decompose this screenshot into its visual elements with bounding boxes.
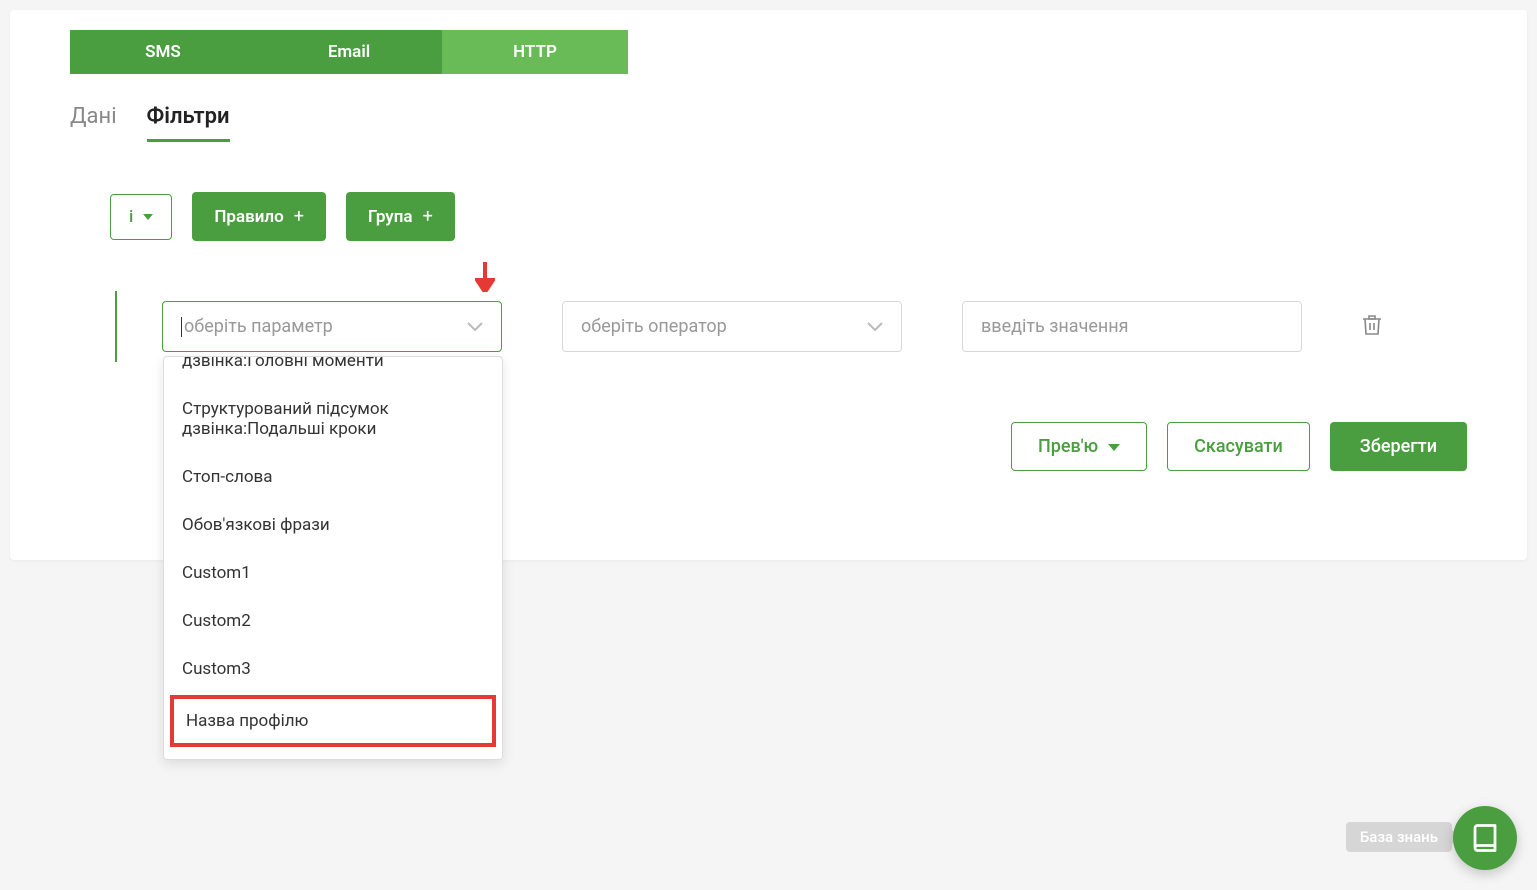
operator-placeholder: оберіть оператор [581,316,727,337]
tab-sms[interactable]: SMS [70,30,256,74]
chevron-down-icon [867,317,883,336]
logic-operator-label: і [129,207,133,227]
filter-builder: і Правило + Група + оберіть параметр [70,192,1467,362]
dropdown-option-profile-name[interactable]: Назва профілю [170,695,496,747]
add-group-button[interactable]: Група + [346,192,455,241]
dropdown-option[interactable]: дзвінка:Головні моменти [164,356,502,385]
dropdown-option[interactable]: Обов'язкові фрази [164,501,502,549]
parameter-select[interactable]: оберіть параметр дзвінка:Головні моменти… [162,301,502,352]
filter-toolbar: і Правило + Група + [110,192,1467,241]
book-icon [1470,823,1500,853]
dropdown-option[interactable]: Custom3 [164,645,502,693]
logic-operator-select[interactable]: і [110,194,172,240]
notification-settings-card: SMS Email HTTP Дані Фільтри і Правило + … [10,10,1527,560]
channel-tabs: SMS Email HTTP [70,30,1467,74]
add-group-label: Група [368,207,413,227]
dropdown-option[interactable]: Custom1 [164,549,502,597]
plus-icon: + [423,206,433,227]
caret-down-icon [143,214,153,220]
tab-http[interactable]: HTTP [442,30,628,74]
annotation-arrow-icon [475,262,495,300]
save-button[interactable]: Зберегти [1330,422,1467,471]
parameter-dropdown: дзвінка:Головні моменти Структурований п… [163,356,503,760]
filter-rule-container: оберіть параметр дзвінка:Головні моменти… [115,291,1467,362]
dropdown-option[interactable]: Стоп-слова [164,453,502,501]
preview-button[interactable]: Прев'ю [1011,422,1147,471]
value-input[interactable] [962,301,1302,352]
tab-email[interactable]: Email [256,30,442,74]
knowledge-base-button[interactable] [1453,806,1517,870]
dropdown-option[interactable]: Структурований підсумок дзвінка:Подальші… [164,385,502,453]
operator-select[interactable]: оберіть оператор [562,301,902,352]
cancel-label: Скасувати [1194,436,1283,457]
cancel-button[interactable]: Скасувати [1167,422,1310,471]
knowledge-base-tooltip: База знань [1346,822,1452,852]
chevron-down-icon [467,317,483,336]
parameter-placeholder: оберіть параметр [181,316,333,337]
tab-data[interactable]: Дані [70,104,117,142]
filter-rule-row: оберіть параметр дзвінка:Головні моменти… [162,301,1467,352]
preview-label: Прев'ю [1038,436,1098,457]
tab-filters[interactable]: Фільтри [147,104,230,142]
section-tabs: Дані Фільтри [70,104,1467,142]
dropdown-option[interactable]: Custom2 [164,597,502,645]
plus-icon: + [294,206,304,227]
delete-rule-button[interactable] [1362,314,1382,340]
add-rule-label: Правило [214,207,283,227]
chevron-down-icon [1108,444,1120,451]
add-rule-button[interactable]: Правило + [192,192,326,241]
